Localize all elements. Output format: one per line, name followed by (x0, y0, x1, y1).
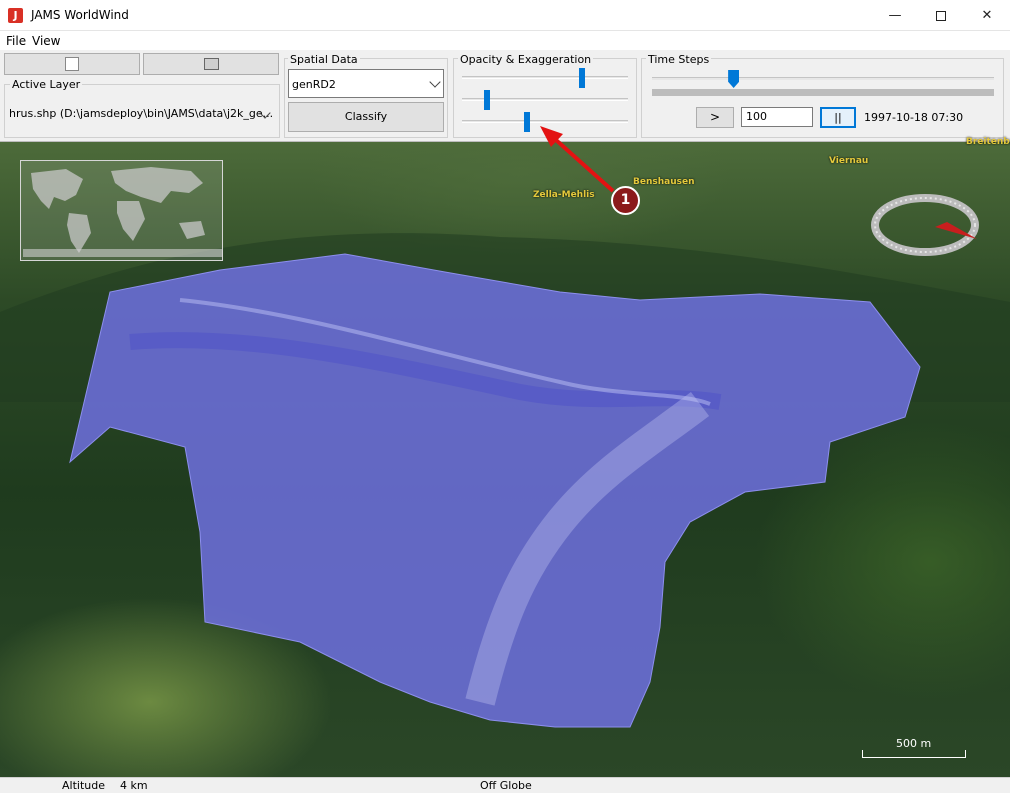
scale-label: 500 m (896, 737, 932, 750)
status-bar: Altitude 4 km Off Globe (0, 777, 1010, 793)
annotation-overlay (540, 126, 615, 193)
altitude-value: 4 km (120, 779, 148, 792)
annotation-arrow (554, 138, 615, 193)
annotation-badge: 1 (611, 186, 640, 215)
altitude-label: Altitude (62, 779, 105, 792)
globe-state: Off Globe (480, 779, 532, 792)
scale-bar (862, 750, 966, 758)
